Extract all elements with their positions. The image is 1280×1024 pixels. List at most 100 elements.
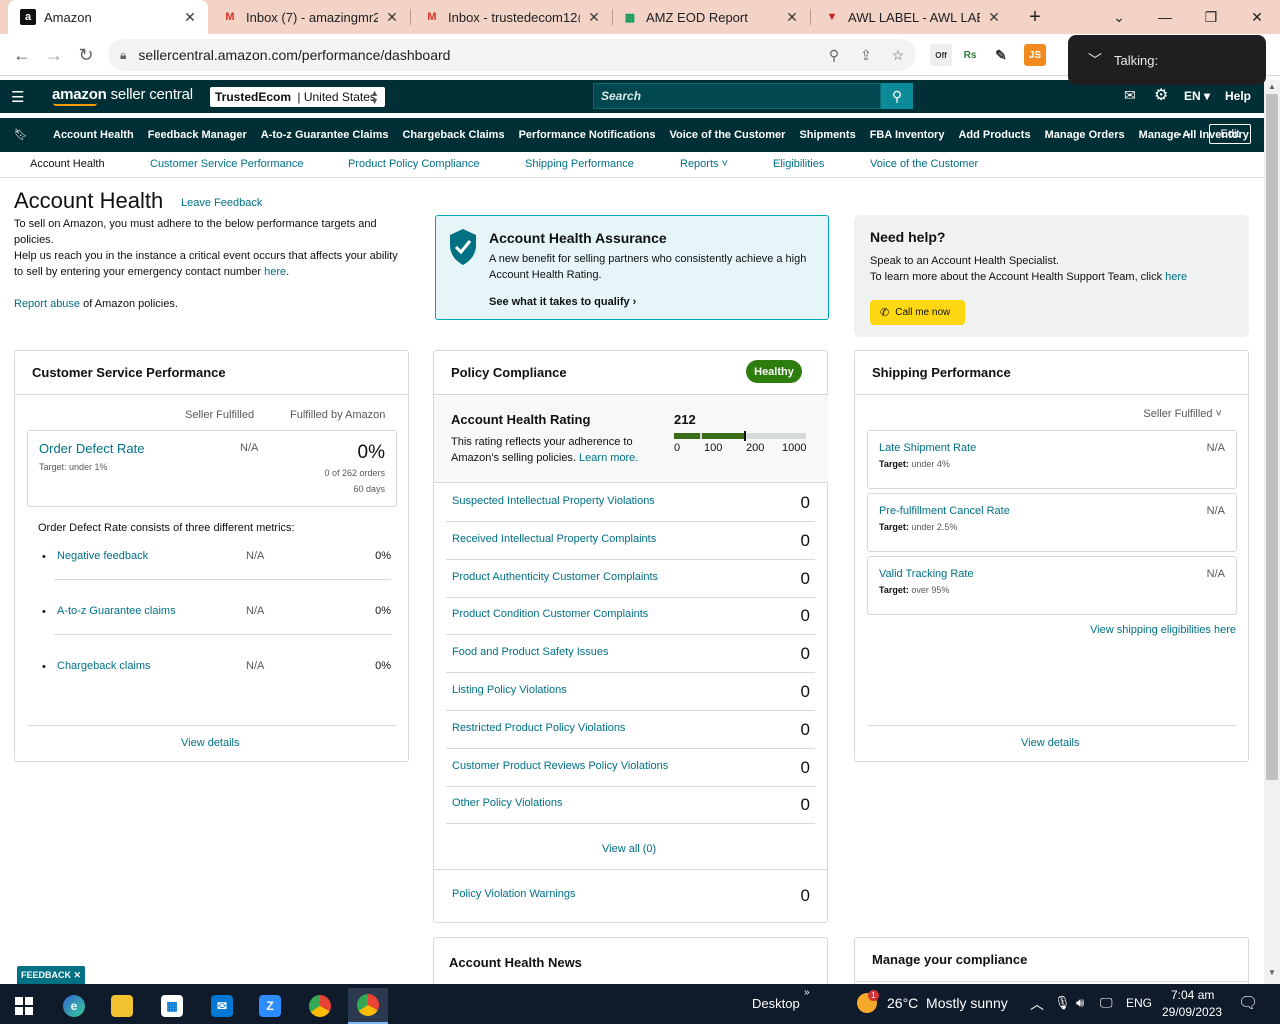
address-bar[interactable]: 🔒︎ sellercentral.amazon.com/performance/…: [108, 39, 916, 71]
extension-rs-icon[interactable]: Rs: [959, 44, 981, 66]
speaker-icon[interactable]: 🔊︎: [1076, 995, 1084, 1011]
close-tab-icon[interactable]: ✕: [986, 9, 1002, 26]
share-icon[interactable]: ⇪: [852, 39, 880, 71]
bookmark-star-icon[interactable]: ☆: [884, 39, 912, 71]
view-details-link[interactable]: View details: [181, 737, 240, 749]
desktop-toolbar-label[interactable]: Desktop: [752, 996, 800, 1011]
clock-time[interactable]: 7:04 am: [1171, 988, 1214, 1002]
fulfillment-selector[interactable]: Seller Fulfilled ˅: [1143, 408, 1222, 420]
minimize-button[interactable]: —: [1142, 0, 1188, 34]
support-team-link[interactable]: here: [1165, 271, 1187, 283]
violation-link[interactable]: Other Policy Violations: [452, 797, 562, 809]
forward-button[interactable]: →: [40, 41, 68, 69]
hamburger-menu-icon[interactable]: ☰: [11, 88, 24, 106]
chevron-double-right-icon[interactable]: »: [804, 987, 810, 998]
negative-feedback-link[interactable]: Negative feedback: [57, 550, 148, 562]
emergency-contact-link[interactable]: here: [264, 266, 286, 278]
subnav-reports[interactable]: Reports ˅: [680, 158, 728, 170]
chevron-up-icon[interactable]: ︿: [1030, 994, 1044, 1014]
scroll-down-arrow[interactable]: ▼: [1264, 966, 1280, 980]
more-options-icon[interactable]: ···: [1178, 126, 1192, 142]
subnav-account-health[interactable]: Account Health: [30, 158, 105, 170]
late-shipment-link[interactable]: Late Shipment Rate: [879, 442, 976, 454]
scroll-up-arrow[interactable]: ▲: [1264, 80, 1280, 94]
tab-amazon[interactable]: a Amazon ✕: [8, 0, 208, 34]
close-tab-icon[interactable]: ✕: [586, 9, 602, 26]
violation-link[interactable]: Received Intellectual Property Complaint…: [452, 533, 656, 545]
nav-fba-inventory[interactable]: FBA Inventory: [870, 129, 945, 141]
tab-inbox-amazingmr[interactable]: M Inbox (7) - amazingmr20 ✕: [210, 0, 410, 34]
subnav-product-policy[interactable]: Product Policy Compliance: [348, 158, 479, 170]
restore-button[interactable]: ❐: [1188, 0, 1234, 34]
zoom-taskbar-button[interactable]: Z: [250, 988, 290, 1024]
nav-manage-orders[interactable]: Manage Orders: [1045, 129, 1125, 141]
close-tab-icon[interactable]: ✕: [784, 9, 800, 26]
violation-link[interactable]: Product Condition Customer Complaints: [452, 608, 648, 620]
subnav-voice-of-customer[interactable]: Voice of the Customer: [870, 158, 978, 170]
reload-button[interactable]: ↻: [72, 41, 100, 69]
violation-link[interactable]: Product Authenticity Customer Complaints: [452, 571, 658, 583]
notification-icon[interactable]: 🗨︎: [1238, 993, 1258, 1013]
learn-more-link[interactable]: Learn more.: [579, 452, 638, 464]
shipping-eligibilities-link[interactable]: View shipping eligibilities here: [1090, 624, 1236, 636]
bookmark-icon[interactable]: 🔖︎: [14, 128, 28, 141]
violation-link[interactable]: Customer Product Reviews Policy Violatio…: [452, 760, 668, 772]
edit-nav-button[interactable]: Edit: [1209, 124, 1251, 144]
order-defect-rate-link[interactable]: Order Defect Rate: [39, 441, 145, 456]
violation-link[interactable]: Listing Policy Violations: [452, 684, 567, 696]
leave-feedback-link[interactable]: Leave Feedback: [181, 197, 262, 209]
view-all-link[interactable]: View all (0): [602, 843, 656, 855]
nav-performance-notifications[interactable]: Performance Notifications: [519, 129, 656, 141]
close-window-button[interactable]: ✕: [1234, 0, 1280, 34]
violation-link[interactable]: Restricted Product Policy Violations: [452, 722, 625, 734]
search-button[interactable]: ⚲: [881, 83, 913, 109]
tab-awl-label[interactable]: ▼ AWL LABEL - AWL LABEL ✕: [812, 0, 1012, 34]
input-language[interactable]: ENG: [1126, 996, 1152, 1010]
microphone-icon[interactable]: 🎙︎: [1054, 995, 1071, 1011]
talking-popup[interactable]: ﹀ Talking:: [1068, 35, 1266, 85]
nav-atoz-claims[interactable]: A-to-z Guarantee Claims: [261, 129, 389, 141]
seller-central-logo[interactable]: amazon seller central: [52, 86, 193, 103]
nav-chargeback-claims[interactable]: Chargeback Claims: [402, 129, 504, 141]
call-me-now-button[interactable]: ✆ Call me now: [870, 300, 965, 325]
language-selector[interactable]: EN ▾: [1184, 89, 1210, 103]
qualify-link[interactable]: See what it takes to qualify ›: [489, 296, 636, 308]
back-button[interactable]: ←: [8, 41, 36, 69]
extension-js-icon[interactable]: JS: [1024, 44, 1046, 66]
scrollbar-thumb[interactable]: [1266, 94, 1278, 780]
search-input[interactable]: Search: [593, 83, 881, 109]
violation-link[interactable]: Food and Product Safety Issues: [452, 646, 609, 658]
extension-off-icon[interactable]: Off: [930, 44, 952, 66]
valid-tracking-link[interactable]: Valid Tracking Rate: [879, 568, 974, 580]
policy-warnings-link[interactable]: Policy Violation Warnings: [452, 888, 576, 900]
subnav-customer-service[interactable]: Customer Service Performance: [150, 158, 303, 170]
chrome-profile-taskbar-button[interactable]: [348, 988, 388, 1024]
close-tab-icon[interactable]: ✕: [384, 9, 400, 26]
tab-search-icon[interactable]: ⌄: [1096, 0, 1142, 34]
nav-account-health[interactable]: Account Health: [53, 129, 134, 141]
atoz-claims-link[interactable]: A-to-z Guarantee claims: [57, 605, 176, 617]
help-link[interactable]: Help: [1225, 89, 1251, 103]
violation-link[interactable]: Suspected Intellectual Property Violatio…: [452, 495, 655, 507]
zoom-icon[interactable]: ⚲: [820, 39, 848, 71]
view-details-link[interactable]: View details: [1021, 737, 1080, 749]
chrome-taskbar-button[interactable]: [300, 988, 340, 1024]
mail-taskbar-button[interactable]: ✉: [202, 988, 242, 1024]
tab-amz-eod-report[interactable]: ▦ AMZ EOD Report ✕: [610, 0, 810, 34]
close-tab-icon[interactable]: ✕: [182, 9, 198, 26]
nav-feedback-manager[interactable]: Feedback Manager: [148, 129, 247, 141]
report-abuse-link[interactable]: Report abuse: [14, 298, 80, 310]
subnav-shipping[interactable]: Shipping Performance: [525, 158, 634, 170]
new-tab-button[interactable]: +: [1012, 0, 1058, 34]
gear-icon[interactable]: ⚙: [1154, 85, 1168, 105]
feedback-tab[interactable]: FEEDBACK ✕: [17, 966, 85, 984]
mail-icon[interactable]: ✉: [1124, 87, 1136, 104]
network-icon[interactable]: 🖵: [1100, 995, 1113, 1011]
edge-taskbar-button[interactable]: e: [54, 988, 94, 1024]
clock-date[interactable]: 29/09/2023: [1162, 1005, 1222, 1019]
extension-pen-icon[interactable]: ✎: [990, 44, 1012, 66]
store-selector[interactable]: TrustedEcom | United States ▲ ▼: [210, 87, 385, 107]
start-button[interactable]: [4, 988, 44, 1024]
cancel-rate-link[interactable]: Pre-fulfillment Cancel Rate: [879, 505, 1010, 517]
tab-inbox-trustedecom[interactable]: M Inbox - trustedecom12@ ✕: [412, 0, 612, 34]
